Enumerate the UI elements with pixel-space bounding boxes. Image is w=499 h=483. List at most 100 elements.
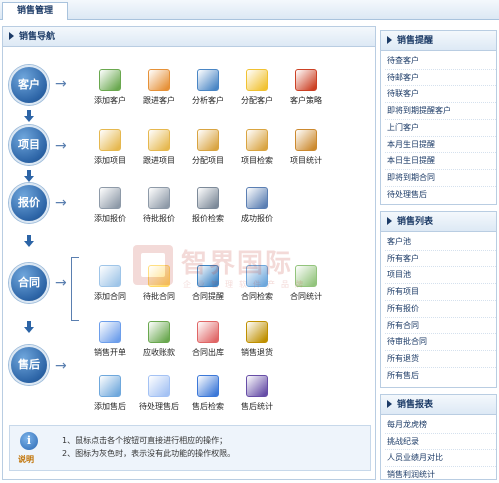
sidebar-link[interactable]: 即将到期提醒客户: [385, 103, 496, 120]
feature-label: 项目统计: [290, 156, 322, 165]
contract-bracket: [71, 257, 79, 321]
feature-button[interactable]: 项目统计: [277, 129, 335, 166]
arrow-down-icon: [24, 170, 34, 182]
instruction-line: 2、图标为灰色时，表示没有此功能的操作权限。: [62, 449, 236, 458]
sidebar-link[interactable]: 待处理售后: [385, 187, 496, 203]
ledger-check-icon: [148, 321, 170, 343]
arrow-right-icon: →: [55, 275, 67, 291]
document-chart-icon: [295, 265, 317, 287]
sidebar-link[interactable]: 挑战纪录: [385, 434, 496, 451]
tab-sales-management[interactable]: 销售管理: [2, 2, 68, 20]
instructions-label: 说明: [18, 455, 34, 464]
service-pending-icon: [148, 375, 170, 397]
sidebar-link[interactable]: 本月生日提醒: [385, 137, 496, 154]
person-edit-icon: [148, 69, 170, 91]
stage-quote[interactable]: 报价: [9, 183, 49, 223]
feature-label: 售后统计: [241, 402, 273, 411]
sidebar-link[interactable]: 即将到期合同: [385, 170, 496, 187]
sales-list: 客户池 所有客户 项目池 所有项目 所有报价 所有合同 待审批合同 所有退货 所有售后: [381, 232, 496, 383]
service-search-icon: [197, 375, 219, 397]
feature-button[interactable]: 合同统计: [277, 265, 335, 302]
speaker-icon: [197, 265, 219, 287]
list-title: 销售列表: [397, 217, 434, 227]
box-out-icon: [197, 321, 219, 343]
stage-after-sales[interactable]: 售后: [9, 345, 49, 385]
folder-search-icon: [246, 129, 268, 151]
arrow-right-icon: →: [55, 195, 67, 211]
magnifier-doc-icon: [246, 69, 268, 91]
arrow-down-icon: [24, 110, 34, 122]
sidebar-link[interactable]: 待查客户: [385, 53, 496, 70]
pie-doc-icon: [295, 69, 317, 91]
feature-button[interactable]: 客户策略: [277, 69, 335, 106]
service-add-icon: [99, 375, 121, 397]
arrow-right-icon: →: [55, 76, 67, 92]
sidebar-link[interactable]: 所有售后: [385, 368, 496, 384]
reports-list: 每月龙虎榜 挑战纪录 人员业绩月对比 销售利润统计: [381, 415, 496, 483]
magnifier-icon: [246, 187, 268, 209]
chart-doc-icon: [197, 69, 219, 91]
sidebar-link[interactable]: 所有合同: [385, 318, 496, 335]
feature-button[interactable]: 销售退货: [228, 321, 286, 358]
folder-assign-icon: [197, 129, 219, 151]
folder-add-icon: [99, 129, 121, 151]
sidebar-link[interactable]: 上门客户: [385, 120, 496, 137]
list-header: 销售列表: [381, 212, 496, 232]
reminder-title: 销售提醒: [397, 36, 434, 46]
sidebar-link[interactable]: 销售利润统计: [385, 467, 496, 483]
feature-button[interactable]: 成功报价: [228, 187, 286, 224]
sidebar-link[interactable]: 每月龙虎榜: [385, 417, 496, 434]
triangle-right-icon: [9, 31, 14, 40]
reports-title: 销售报表: [397, 400, 434, 410]
database-search-icon: [197, 187, 219, 209]
sales-reminder-panel: 销售提醒 待查客户 待邮客户 待联客户 即将到期提醒客户 上门客户 本月生日提醒 本日生日提…: [380, 30, 497, 205]
database-warn-icon: [148, 187, 170, 209]
arrow-right-icon: →: [55, 358, 67, 374]
sidebar-link[interactable]: 所有客户: [385, 251, 496, 268]
stage-project[interactable]: 项目: [9, 125, 49, 165]
feature-label: 成功报价: [241, 214, 273, 223]
info-icon: i: [20, 432, 38, 450]
sidebar-link[interactable]: 所有退货: [385, 351, 496, 368]
sidebar-link[interactable]: 所有报价: [385, 301, 496, 318]
stage-contract[interactable]: 合同: [9, 263, 49, 303]
triangle-right-icon: [387, 399, 392, 408]
feature-label: 销售退货: [241, 348, 273, 357]
panel-header: 销售导航: [3, 27, 375, 47]
sales-list-panel: 销售列表 客户池 所有客户 项目池 所有项目 所有报价 所有合同 待审批合同 所有退货 所有售后: [380, 211, 497, 388]
sales-navigation-panel: 销售导航 客户 项目 报价 合同 售后 → → → → → 添加客户 跟进客户 分析…: [2, 26, 376, 480]
sidebar-link[interactable]: 人员业绩月对比: [385, 450, 496, 468]
sidebar-link[interactable]: 待联客户: [385, 86, 496, 104]
reports-header: 销售报表: [381, 395, 496, 415]
sidebar-link[interactable]: 项目池: [385, 267, 496, 285]
instructions-box: i 说明 1、鼠标点击各个按钮可直接进行相应的操作； 2、图标为灰色时，表示没有…: [9, 425, 371, 471]
sidebar-link[interactable]: 本日生日提醒: [385, 153, 496, 170]
reminder-header: 销售提醒: [381, 31, 496, 51]
stage-customer[interactable]: 客户: [9, 65, 49, 105]
order-icon: [99, 321, 121, 343]
document-add-icon: [99, 265, 121, 287]
sidebar-link[interactable]: 所有项目: [385, 284, 496, 301]
panel-title: 销售导航: [19, 32, 56, 42]
instruction-line: 1、鼠标点击各个按钮可直接进行相应的操作；: [62, 436, 228, 445]
folder-edit-icon: [148, 129, 170, 151]
sales-reports-panel: 销售报表 每月龙虎榜 挑战纪录 人员业绩月对比 销售利润统计: [380, 394, 497, 480]
line-chart-icon: [246, 375, 268, 397]
document-warn-icon: [148, 265, 170, 287]
instructions-text: 1、鼠标点击各个按钮可直接进行相应的操作； 2、图标为灰色时，表示没有此功能的操…: [62, 434, 235, 460]
top-tab-bar: 销售管理: [0, 0, 499, 20]
database-add-icon: [99, 187, 121, 209]
sidebar-link[interactable]: 待邮客户: [385, 70, 496, 87]
arrow-down-icon: [24, 235, 34, 247]
feature-label: 合同统计: [290, 292, 322, 301]
feature-label: 客户策略: [290, 96, 322, 105]
sidebar-link[interactable]: 客户池: [385, 234, 496, 251]
money-return-icon: [246, 321, 268, 343]
sidebar-link[interactable]: 待审批合同: [385, 334, 496, 351]
folder-chart-icon: [295, 129, 317, 151]
reminder-list: 待查客户 待邮客户 待联客户 即将到期提醒客户 上门客户 本月生日提醒 本日生日提醒 即将到期…: [381, 51, 496, 202]
arrow-down-icon: [24, 321, 34, 333]
arrow-right-icon: →: [55, 138, 67, 154]
feature-button[interactable]: 售后统计: [228, 375, 286, 412]
document-search-icon: [246, 265, 268, 287]
